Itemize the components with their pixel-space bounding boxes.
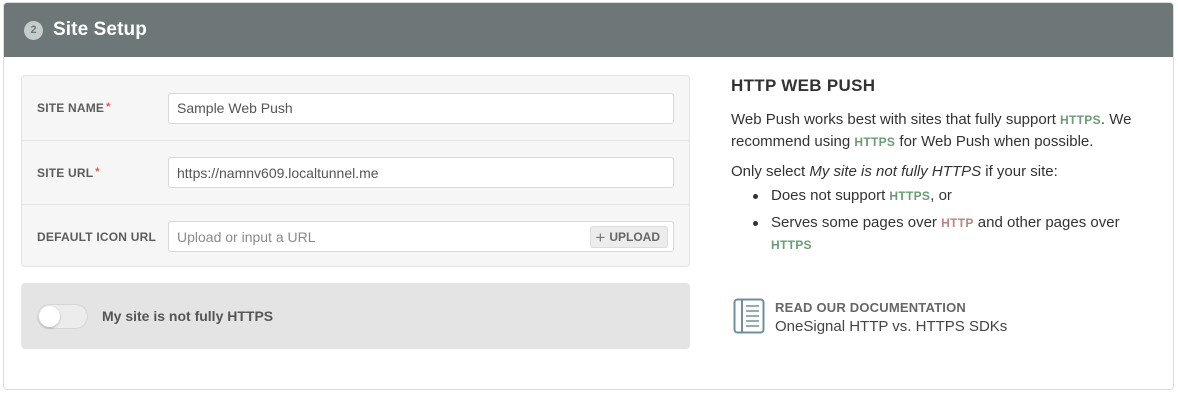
- https-code: HTTPS: [771, 238, 812, 252]
- https-code: HTTPS: [1060, 113, 1101, 127]
- info-text: and other pages over: [973, 214, 1120, 231]
- toggle-knob: [39, 305, 60, 327]
- site-url-label-text: SITE URL: [37, 165, 94, 180]
- info-paragraph-2: Only select My site is not fully HTTPS i…: [731, 161, 1151, 183]
- info-text: Web Push works best with sites that full…: [731, 111, 1061, 128]
- not-fully-https-label[interactable]: My site is not fully HTTPS: [102, 308, 273, 324]
- info-text: , or: [930, 187, 952, 204]
- https-code: HTTPS: [889, 189, 931, 203]
- required-mark: *: [95, 165, 100, 178]
- documentation-link-text[interactable]: OneSignal HTTP vs. HTTPS SDKs: [775, 318, 1007, 335]
- plus-icon: +: [595, 227, 606, 247]
- https-toggle-box: My site is not fully HTTPS: [21, 283, 690, 349]
- documentation-heading: READ OUR DOCUMENTATION: [775, 300, 966, 315]
- https-code: HTTPS: [854, 135, 896, 149]
- default-icon-url-row: DEFAULT ICON URL Upload or input a URL +…: [22, 204, 689, 268]
- not-fully-https-toggle[interactable]: [37, 303, 88, 329]
- document-icon: [733, 298, 765, 334]
- info-text: Serves some pages over: [771, 214, 942, 231]
- panel-title: Site Setup: [53, 19, 147, 40]
- upload-button-label: UPLOAD: [609, 230, 660, 244]
- http-web-push-info: HTTP WEB PUSH Web Push works best with s…: [731, 76, 1151, 261]
- info-bullet-list: Does not support HTTPS, or Serves some p…: [731, 185, 1151, 256]
- list-item: Does not support HTTPS, or: [753, 185, 1151, 207]
- site-url-label: SITE URL *: [37, 166, 100, 180]
- info-text: for Web Push when possible.: [895, 133, 1094, 150]
- required-mark: *: [106, 101, 111, 113]
- info-emphasis: My site is not fully HTTPS: [809, 163, 982, 180]
- site-name-label-text: SITE NAME: [37, 101, 105, 115]
- default-icon-url-label: DEFAULT ICON URL: [37, 229, 156, 244]
- list-item: Serves some pages over HTTP and other pa…: [753, 212, 1151, 256]
- panel-header: 2 Site Setup: [4, 3, 1173, 57]
- info-text: Only select: [731, 163, 810, 180]
- site-name-label: SITE NAME *: [37, 101, 111, 115]
- site-name-input[interactable]: Sample Web Push: [168, 92, 674, 124]
- upload-button[interactable]: + UPLOAD: [590, 226, 668, 248]
- default-icon-url-input[interactable]: Upload or input a URL + UPLOAD: [168, 221, 674, 252]
- step-number-badge: 2: [24, 20, 43, 40]
- site-url-input[interactable]: https://namnv609.localtunnel.me: [168, 157, 674, 188]
- documentation-link[interactable]: READ OUR DOCUMENTATION OneSignal HTTP vs…: [733, 298, 1007, 335]
- info-text: if your site:: [981, 163, 1058, 180]
- documentation-text: READ OUR DOCUMENTATION OneSignal HTTP vs…: [775, 298, 1007, 335]
- site-url-row: SITE URL * https://namnv609.localtunnel.m…: [22, 140, 689, 204]
- default-icon-url-placeholder: Upload or input a URL: [177, 228, 316, 245]
- info-title: HTTP WEB PUSH: [731, 76, 876, 95]
- info-paragraph-1: Web Push works best with sites that full…: [731, 109, 1151, 153]
- http-code: HTTP: [941, 216, 974, 230]
- site-name-row: SITE NAME * Sample Web Push: [22, 76, 689, 140]
- info-text: Does not support: [771, 187, 890, 204]
- site-form: SITE NAME * Sample Web Push SITE URL * htt…: [21, 75, 690, 267]
